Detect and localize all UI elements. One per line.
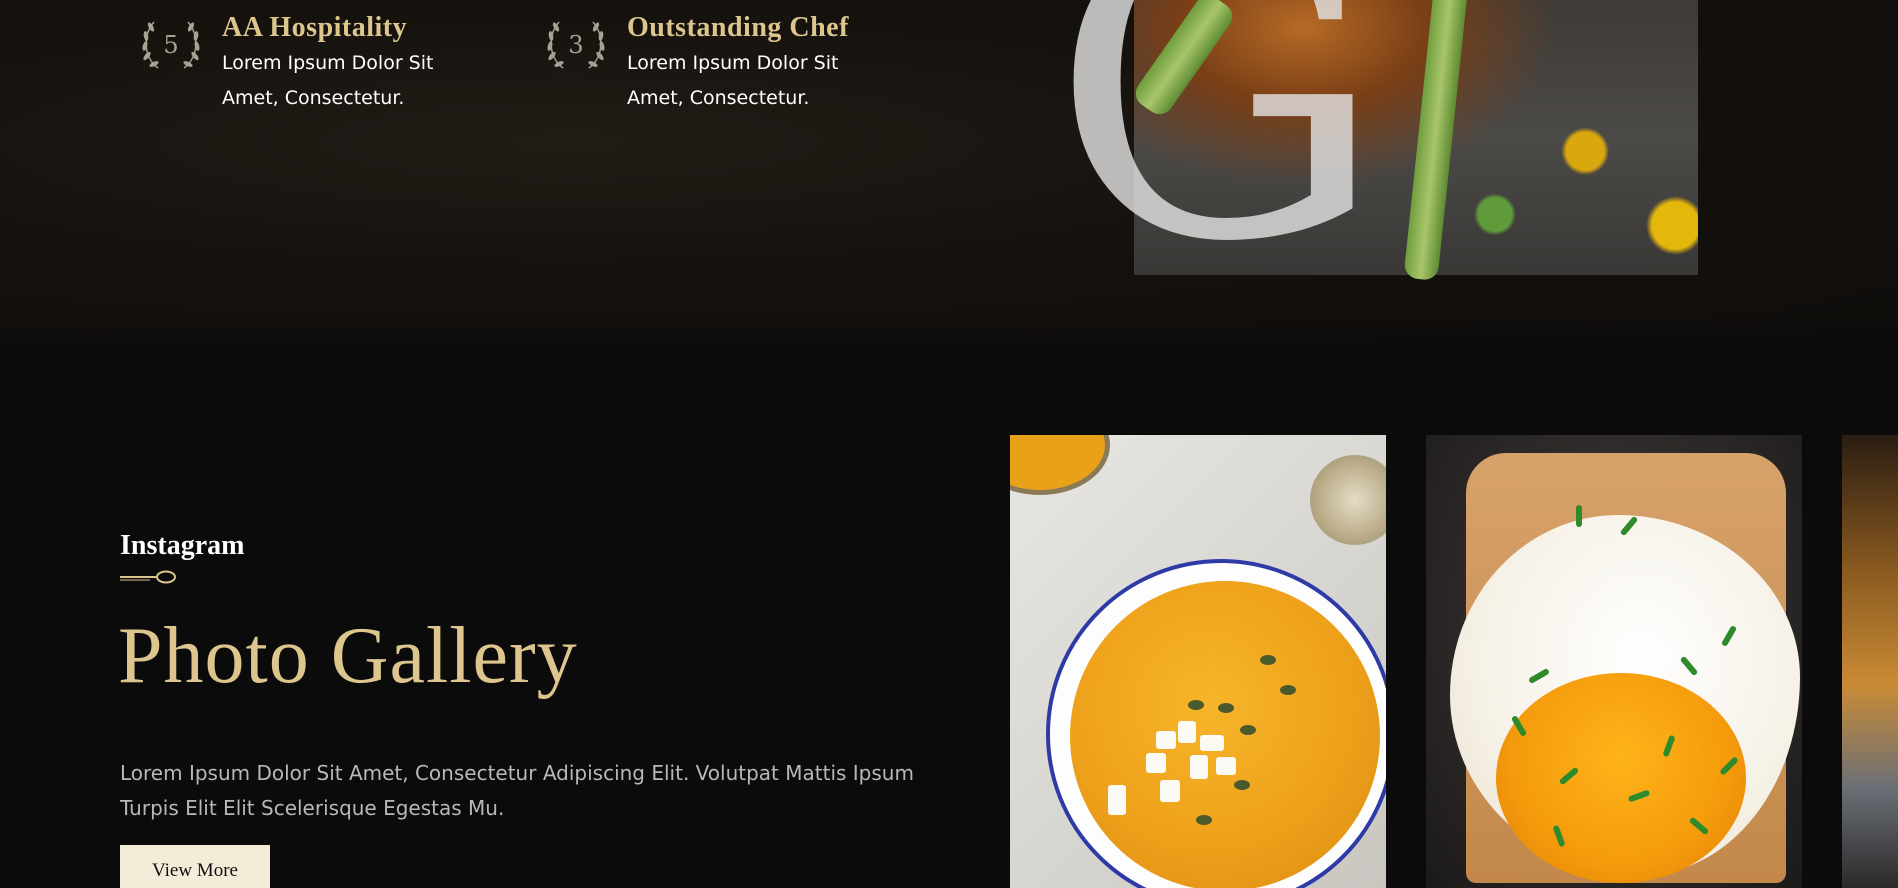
- award-title: AA Hospitality: [222, 12, 408, 43]
- laurel-wreath-icon: 5: [138, 12, 204, 78]
- view-more-button[interactable]: View More: [120, 845, 270, 888]
- award-description: Lorem Ipsum Dolor Sit Amet, Consectetur.: [627, 52, 839, 110]
- gallery-photo-partial[interactable]: [1842, 435, 1898, 888]
- gallery-description: Lorem Ipsum Dolor Sit Amet, Consectetur …: [120, 761, 914, 820]
- award-number: 5: [163, 31, 179, 59]
- awards-band: 5 AA Hospitality Lorem Ipsum Dolor Sit A…: [0, 0, 1898, 355]
- gallery-photo-egg[interactable]: [1426, 435, 1802, 888]
- view-more-label: View More: [152, 860, 238, 881]
- award-number: 3: [568, 31, 584, 59]
- laurel-wreath-icon: 3: [543, 12, 609, 78]
- award-description: Lorem Ipsum Dolor Sit Amet, Consectetur.: [222, 52, 434, 110]
- hero-food-image: [1130, 0, 1698, 281]
- gallery-title: Photo Gallery: [118, 612, 578, 700]
- award-aa-hospitality: 5 AA Hospitality Lorem Ipsum Dolor Sit A…: [138, 12, 482, 116]
- gallery-photo-soup[interactable]: [1010, 435, 1386, 888]
- award-title: Outstanding Chef: [627, 12, 849, 43]
- award-outstanding-chef: 3 Outstanding Chef Lorem Ipsum Dolor Sit…: [543, 12, 887, 116]
- section-label: Instagram: [120, 530, 245, 561]
- spoon-divider-icon: [120, 570, 178, 589]
